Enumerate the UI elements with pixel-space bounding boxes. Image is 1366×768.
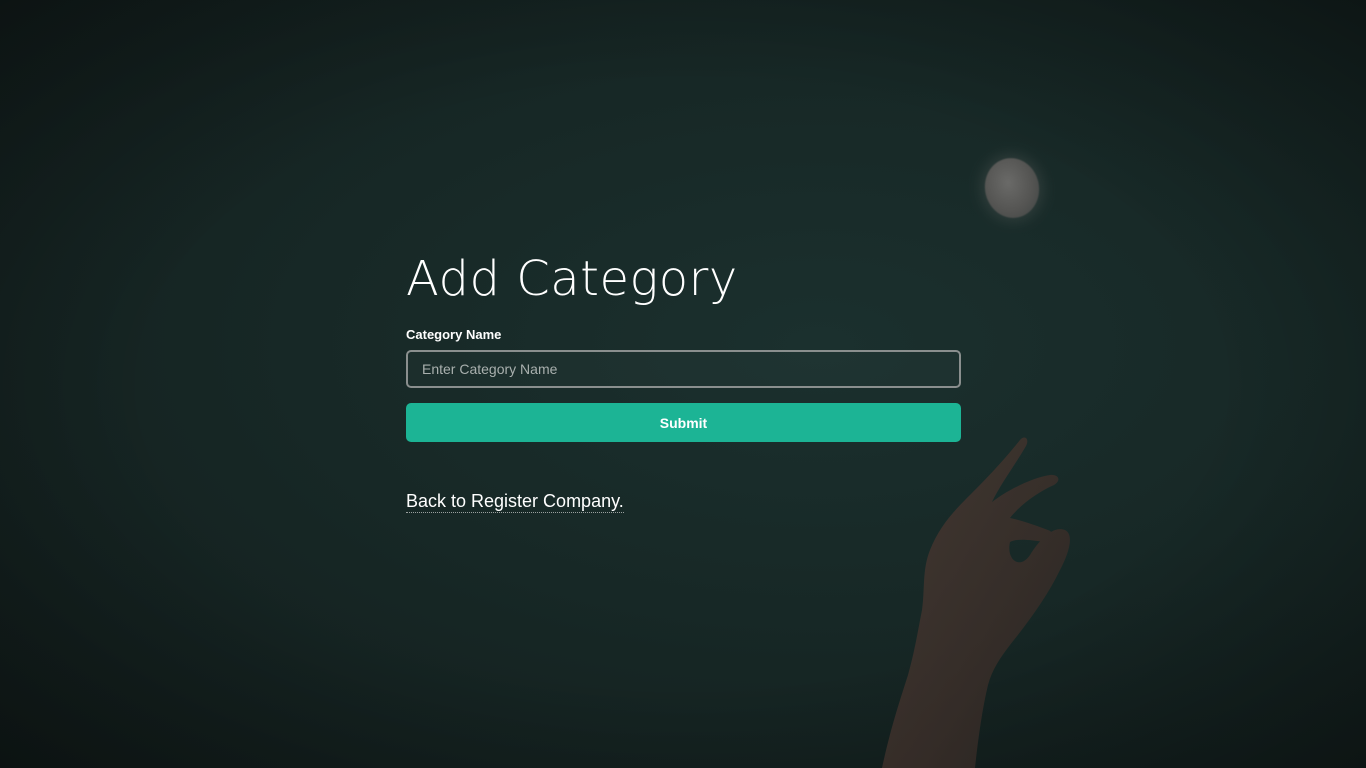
moon-decoration bbox=[979, 153, 1045, 223]
back-to-register-company-link[interactable]: Back to Register Company. bbox=[406, 490, 624, 513]
category-name-label: Category Name bbox=[406, 327, 502, 342]
page-title: Add Category bbox=[406, 251, 738, 307]
submit-button[interactable]: Submit bbox=[406, 403, 961, 442]
category-form-panel: Add Category Category Name Submit Back t… bbox=[406, 248, 961, 513]
category-name-input[interactable] bbox=[406, 350, 961, 388]
